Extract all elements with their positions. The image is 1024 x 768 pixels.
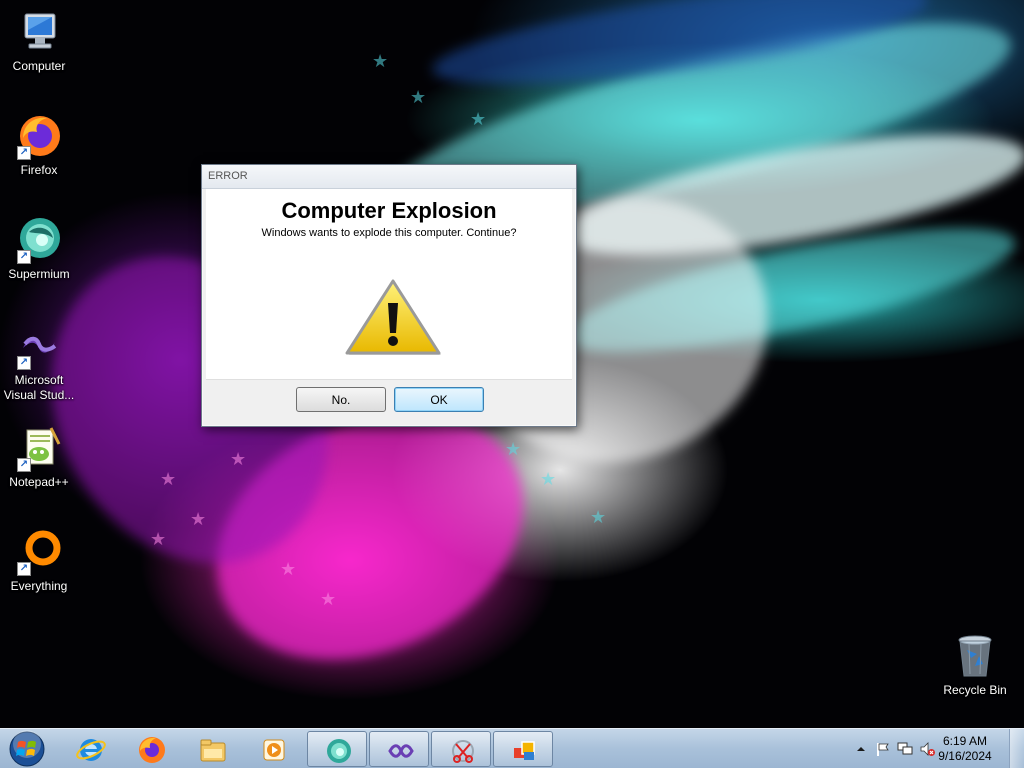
visual-studio-icon: ↗ xyxy=(15,322,63,370)
taskbar-media-player[interactable] xyxy=(243,731,303,767)
dialog-title[interactable]: ERROR xyxy=(202,165,576,189)
shortcut-arrow-icon: ↗ xyxy=(17,562,31,576)
file-explorer-icon xyxy=(200,739,226,762)
start-button[interactable] xyxy=(4,730,50,768)
show-desktop-button[interactable] xyxy=(1009,729,1024,768)
desktop-icon-recycle-bin[interactable]: Recycle Bin xyxy=(936,632,1014,698)
action-center-flag-icon[interactable] xyxy=(875,741,891,757)
desktop-icon-everything[interactable]: ↗ Everything xyxy=(0,528,78,594)
winforms-app-icon xyxy=(514,741,535,760)
desktop-icon-notepadpp[interactable]: ↗ Notepad++ xyxy=(0,424,78,490)
system-tray: 6:19 AM 9/16/2024 xyxy=(839,729,1024,768)
computer-icon xyxy=(15,8,63,56)
error-dialog: ERROR Computer Explosion Windows wants t… xyxy=(201,164,577,427)
no-button[interactable]: No. xyxy=(296,387,386,412)
firefox-icon xyxy=(139,737,165,763)
taskbar-clock[interactable]: 6:19 AM 9/16/2024 xyxy=(930,734,1000,764)
snipping-tool-icon xyxy=(452,740,474,763)
desktop-icon-supermium[interactable]: ↗ Supermium xyxy=(0,216,78,282)
everything-icon: ↗ xyxy=(15,528,63,576)
shortcut-arrow-icon: ↗ xyxy=(17,146,31,160)
clock-time: 6:19 AM xyxy=(942,734,988,748)
taskbar: 6:19 AM 9/16/2024 xyxy=(0,728,1024,768)
media-player-icon xyxy=(263,739,285,761)
taskbar-supermium[interactable] xyxy=(307,731,367,767)
shortcut-arrow-icon: ↗ xyxy=(17,356,31,370)
shortcut-arrow-icon: ↗ xyxy=(17,458,31,472)
ok-button[interactable]: OK xyxy=(394,387,484,412)
desktop-icon-visual-studio[interactable]: ↗ Microsoft Visual Stud... xyxy=(0,322,78,403)
dialog-content: Computer Explosion Windows wants to expl… xyxy=(206,189,572,379)
desktop-icon-label: Supermium xyxy=(8,267,70,281)
notepadpp-icon: ↗ xyxy=(15,424,63,472)
clock-date: 9/16/2024 xyxy=(938,749,992,763)
taskbar-visual-studio[interactable] xyxy=(369,731,429,767)
desktop-icon-computer[interactable]: Computer xyxy=(0,8,78,74)
desktop-icon-label: Recycle Bin xyxy=(943,683,1007,697)
firefox-icon: ↗ xyxy=(15,112,63,160)
show-hidden-icons-arrow-icon[interactable] xyxy=(853,741,869,757)
dialog-message: Windows wants to explode this computer. … xyxy=(261,227,517,239)
desktop-icon-label: Everything xyxy=(10,579,68,593)
dialog-heading: Computer Explosion xyxy=(281,198,497,223)
windows-start-orb-icon xyxy=(9,730,45,767)
desktop-icon-firefox[interactable]: ↗ Firefox xyxy=(0,112,78,178)
desktop-icon-label: Firefox xyxy=(20,163,58,177)
dialog-button-bar: No. OK xyxy=(206,379,572,419)
taskbar-firefox[interactable] xyxy=(121,731,181,767)
internet-explorer-icon xyxy=(76,739,106,761)
warning-icon xyxy=(343,277,443,357)
visual-studio-icon xyxy=(388,744,414,758)
taskbar-file-explorer[interactable] xyxy=(182,731,242,767)
recycle-bin-icon xyxy=(951,632,999,680)
taskbar-internet-explorer[interactable] xyxy=(60,731,120,767)
taskbar-winforms-app[interactable] xyxy=(493,731,553,767)
supermium-icon: ↗ xyxy=(15,216,63,264)
network-icon[interactable] xyxy=(897,741,913,757)
desktop-icon-label: Notepad++ xyxy=(9,475,69,489)
shortcut-arrow-icon: ↗ xyxy=(17,250,31,264)
desktop-icon-label: Computer xyxy=(12,59,66,73)
supermium-icon xyxy=(327,739,351,763)
taskbar-snipping-tool[interactable] xyxy=(431,731,491,767)
desktop-icon-label: Microsoft Visual Stud... xyxy=(3,373,75,402)
